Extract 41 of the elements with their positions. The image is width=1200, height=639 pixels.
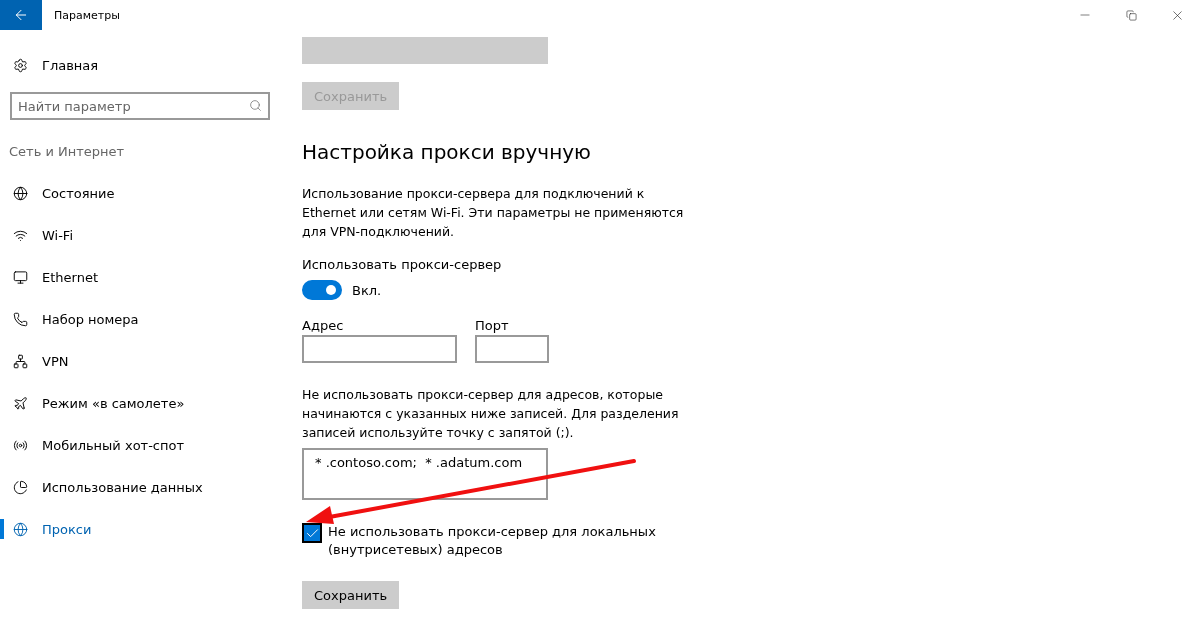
toggle-label: Использовать прокси-сервер [302,257,502,272]
checkbox[interactable] [302,523,322,543]
globe-icon [13,521,28,537]
sidebar-item[interactable]: VPN [0,340,290,382]
save-button[interactable]: Сохранить [302,581,400,609]
field-label: Адрес [302,318,345,333]
address-field[interactable] [302,335,457,363]
back-arrow-icon [13,7,29,23]
checkbox-label: Не использовать прокси-сервер для локальных (внутрисетевых) адресов [328,523,657,559]
monitor-icon [13,269,28,285]
phone-icon [13,311,28,327]
home-nav-item[interactable]: Главная [0,44,290,86]
globe-icon [13,185,28,201]
exceptions-field[interactable]: * .contoso.com; * .adatum.com [302,448,548,500]
restore-icon [1125,9,1137,21]
field-label: Порт [475,318,510,333]
toggle-state: Вкл. [352,282,382,298]
selection-indicator [0,519,4,539]
search-icon [249,99,262,112]
network-icon [13,353,28,369]
sidebar-item[interactable]: Прокси [0,508,290,550]
back-button[interactable] [0,0,42,30]
section-heading: Сеть и Интернет [8,142,126,161]
sidebar-item[interactable]: Набор номера [0,298,290,340]
sidebar-item[interactable]: Использование данных [0,466,290,508]
proxy-toggle[interactable] [302,280,342,300]
airplane-icon [13,395,28,411]
sidebar-item[interactable]: Ethernet [0,256,290,298]
description-text: Использование прокси-сервера для подключений к Ethernet или сетям Wi-Fi. Эти параметры не применяются для VPN-подключений. [302,185,685,241]
sidebar-item[interactable]: Режим «в самолете» [0,382,290,424]
search-field[interactable]: Найти параметр [10,92,270,120]
sidebar-item[interactable]: Мобильный хот-спот [0,424,290,466]
sidebar-item[interactable]: Состояние [0,172,290,214]
sidebar-item[interactable]: Wi-Fi [0,214,290,256]
port-field[interactable] [475,335,549,363]
section-title: Настройка прокси вручную [302,140,591,164]
wifi-icon [13,227,28,243]
window-title: Параметры [54,8,121,22]
pie-chart-icon [13,479,28,495]
settings-icon [13,57,28,73]
exceptions-text: Не использовать прокси-сервер для адресов, которые начинаются с указанных ниже записей. Для разделения записей используйте точку с запятой (;). [302,386,680,442]
